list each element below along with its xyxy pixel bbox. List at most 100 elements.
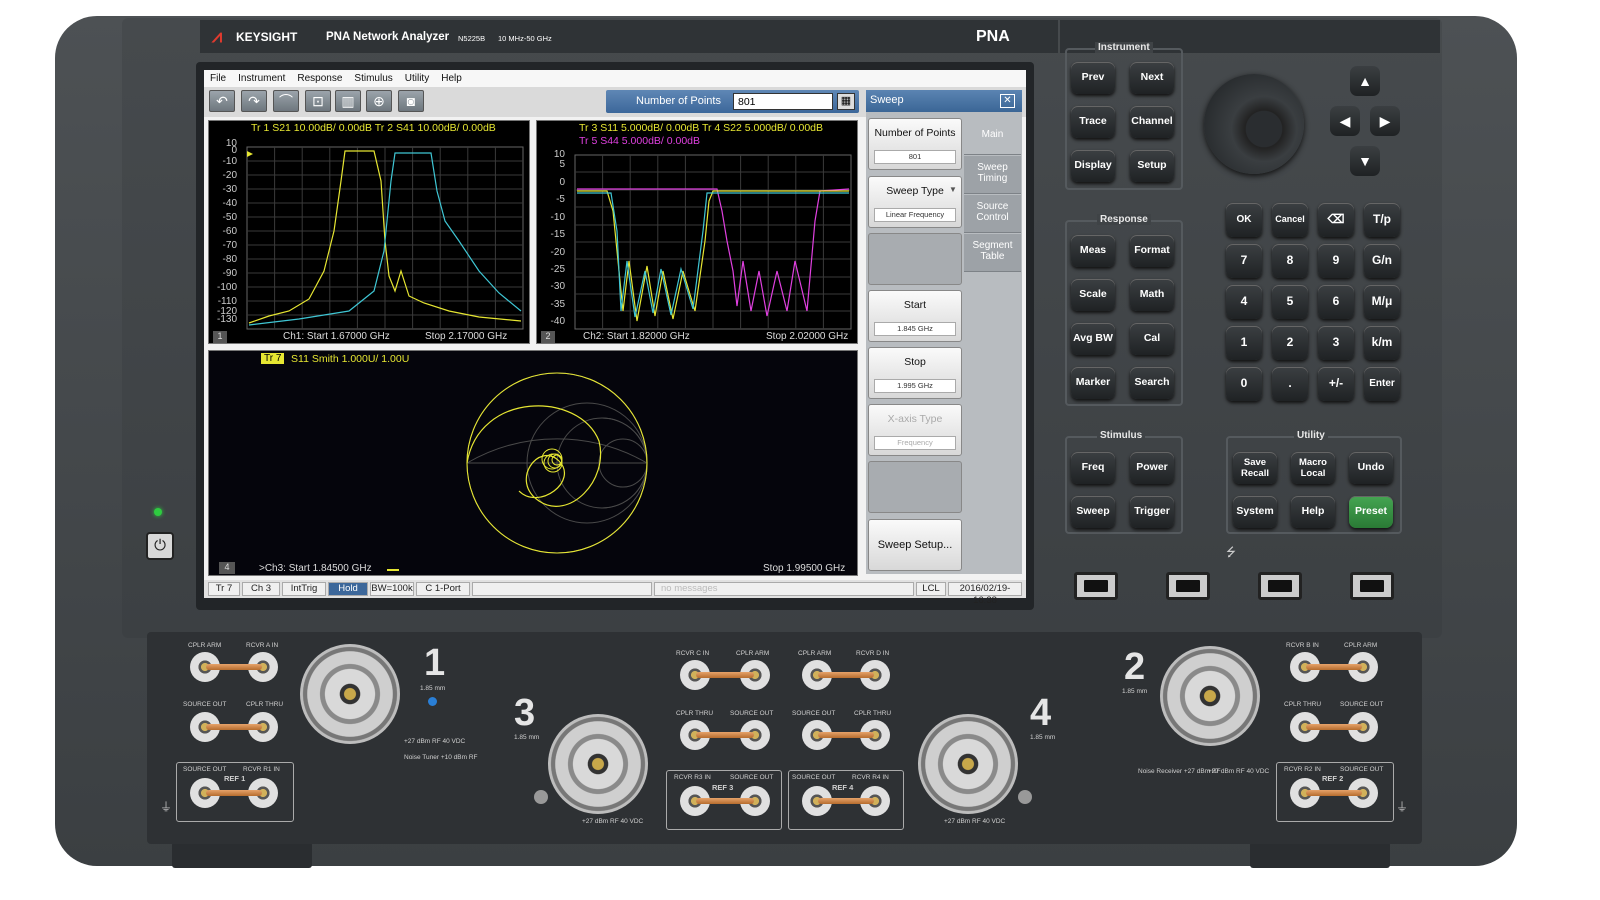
sweep-type-softkey[interactable]: Sweep Type ▼ Linear Frequency (868, 176, 962, 228)
panel-screw (1018, 790, 1032, 804)
test-port-4[interactable] (918, 714, 1018, 814)
keypad-icon[interactable]: ▦ (837, 93, 855, 110)
power-key[interactable]: Power (1130, 452, 1174, 484)
avg-bw-key[interactable]: Avg BW (1071, 323, 1115, 355)
test-port-1[interactable] (300, 644, 400, 744)
search-key[interactable]: Search (1130, 367, 1174, 399)
tab-sweep-timing[interactable]: Sweep Timing (964, 156, 1021, 194)
key-8[interactable]: 8 (1272, 244, 1308, 278)
status-channel[interactable]: Ch 3 (242, 582, 280, 596)
key-4[interactable]: 4 (1226, 285, 1262, 319)
freq-key[interactable]: Freq (1071, 452, 1115, 484)
tab-main[interactable]: Main (964, 115, 1021, 155)
sweep-key[interactable]: Sweep (1071, 496, 1115, 528)
arrow-down-key[interactable]: ▼ (1350, 146, 1380, 176)
x-axis-type-softkey[interactable]: X-axis Type Frequency (868, 404, 962, 456)
enter-key[interactable]: Enter (1364, 367, 1400, 401)
menu-help[interactable]: Help (441, 73, 462, 84)
status-bandwidth[interactable]: BW=100k (370, 582, 414, 596)
cancel-key[interactable]: Cancel (1272, 203, 1308, 237)
key-6[interactable]: 6 (1318, 285, 1354, 319)
tp-key[interactable]: T/p (1364, 203, 1400, 237)
key-9[interactable]: 9 (1318, 244, 1354, 278)
status-trigger[interactable]: IntTrig (282, 582, 326, 596)
trace-window-2[interactable]: Tr 3 S11 5.000dB/ 0.00dB Tr 4 S22 5.000d… (536, 120, 858, 344)
status-cal[interactable]: C 1-Port (416, 582, 470, 596)
port-label: CPLR THRU (246, 701, 284, 708)
arrow-up-key[interactable]: ▲ (1350, 66, 1380, 96)
menu-stimulus[interactable]: Stimulus (354, 73, 392, 84)
status-hold[interactable]: Hold (328, 582, 368, 596)
backspace-key[interactable]: ⌫ (1318, 203, 1354, 237)
decimal-key[interactable]: . (1272, 367, 1308, 401)
stop-softkey[interactable]: Stop 1.995 GHz (868, 347, 962, 399)
km-key[interactable]: k/m (1364, 326, 1400, 360)
menu-instrument[interactable]: Instrument (238, 73, 285, 84)
magnifier-icon[interactable]: ⊕ (366, 90, 392, 112)
camera-icon[interactable]: ◙ (398, 90, 424, 112)
port-size: 1.85 mm (1122, 688, 1148, 695)
usb-port[interactable] (1074, 572, 1118, 600)
test-port-3[interactable] (548, 714, 648, 814)
macro-local-key[interactable]: Macro Local (1291, 452, 1335, 484)
rotary-knob[interactable] (1204, 74, 1304, 174)
prev-key[interactable]: Prev (1071, 62, 1115, 94)
jumper (696, 798, 754, 804)
usb-port[interactable] (1350, 572, 1394, 600)
trigger-key[interactable]: Trigger (1130, 496, 1174, 528)
nop-input[interactable]: 801 (733, 93, 833, 110)
menu-utility[interactable]: Utility (405, 73, 429, 84)
key-2[interactable]: 2 (1272, 326, 1308, 360)
trace-key[interactable]: Trace (1071, 106, 1115, 138)
marker-key[interactable]: Marker (1071, 367, 1115, 399)
key-1[interactable]: 1 (1226, 326, 1262, 360)
undo-key[interactable]: Undo (1349, 452, 1393, 484)
power-button[interactable]: ⏻ (146, 532, 174, 560)
tab-segment-table[interactable]: Segment Table (964, 234, 1021, 272)
preset-key[interactable]: Preset (1349, 496, 1393, 528)
key-3[interactable]: 3 (1318, 326, 1354, 360)
marker-icon[interactable]: ⌒ (273, 90, 299, 112)
key-7[interactable]: 7 (1226, 244, 1262, 278)
zoom-window-icon[interactable]: ⊡ (305, 90, 331, 112)
number-of-points-softkey[interactable]: Number of Points 801 (868, 118, 962, 170)
scale-key[interactable]: Scale (1071, 279, 1115, 311)
ok-key[interactable]: OK (1226, 203, 1262, 237)
test-port-2[interactable] (1160, 646, 1260, 746)
plus-minus-key[interactable]: +/- (1318, 367, 1354, 401)
tab-source-control[interactable]: Source Control (964, 195, 1021, 233)
help-key[interactable]: Help (1291, 496, 1335, 528)
usb-port[interactable] (1258, 572, 1302, 600)
status-trace[interactable]: Tr 7 (208, 582, 240, 596)
cal-key[interactable]: Cal (1130, 323, 1174, 355)
port-label: RCVR R1 IN (243, 766, 280, 773)
mu-key[interactable]: M/μ (1364, 285, 1400, 319)
panel-screw (534, 790, 548, 804)
usb-port[interactable] (1166, 572, 1210, 600)
key-5[interactable]: 5 (1272, 285, 1308, 319)
math-key[interactable]: Math (1130, 279, 1174, 311)
undo-icon[interactable]: ↶ (209, 90, 235, 112)
close-icon[interactable]: ✕ (1000, 94, 1015, 108)
gn-key[interactable]: G/n (1364, 244, 1400, 278)
trace-window-4[interactable]: Tr 7 S11 Smith 1.000U/ 1.00U 4 >Ch3: Sta… (208, 350, 858, 576)
key-0[interactable]: 0 (1226, 367, 1262, 401)
redo-icon[interactable]: ↷ (241, 90, 267, 112)
meas-key[interactable]: Meas (1071, 235, 1115, 267)
trash-icon[interactable]: ▥ (335, 90, 361, 112)
arrow-left-key[interactable]: ◀ (1330, 106, 1360, 136)
port-label: RCVR B IN (1286, 642, 1319, 649)
trace-window-1[interactable]: Tr 1 S21 10.00dB/ 0.00dB Tr 2 S41 10.00d… (208, 120, 530, 344)
save-recall-key[interactable]: Save Recall (1233, 452, 1277, 484)
setup-key[interactable]: Setup (1130, 150, 1174, 182)
menu-file[interactable]: File (210, 73, 226, 84)
system-key[interactable]: System (1233, 496, 1277, 528)
channel-key[interactable]: Channel (1130, 106, 1174, 138)
format-key[interactable]: Format (1130, 235, 1174, 267)
start-softkey[interactable]: Start 1.845 GHz (868, 290, 962, 342)
sweep-setup-softkey[interactable]: Sweep Setup... (868, 519, 962, 571)
menu-response[interactable]: Response (297, 73, 342, 84)
next-key[interactable]: Next (1130, 62, 1174, 94)
arrow-right-key[interactable]: ▶ (1370, 106, 1400, 136)
display-key[interactable]: Display (1071, 150, 1115, 182)
